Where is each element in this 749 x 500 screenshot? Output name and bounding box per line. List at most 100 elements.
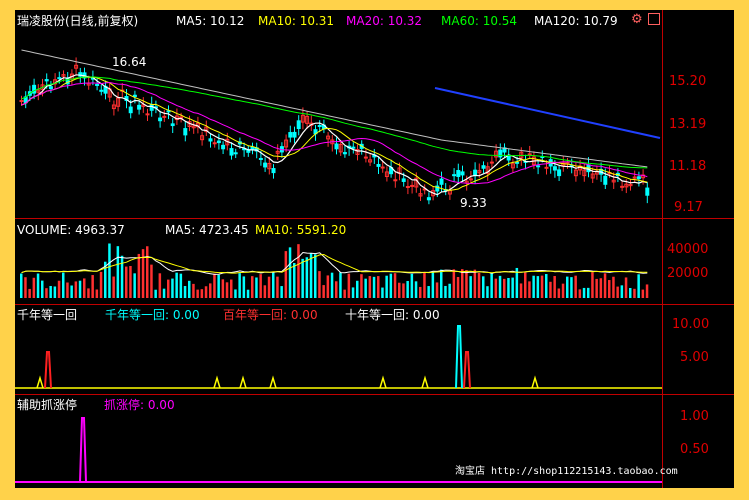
volume-bar: [507, 277, 510, 298]
candle-body: [288, 132, 293, 138]
candle-body: [258, 157, 263, 160]
candle-body: [363, 156, 368, 159]
volume-bar: [435, 282, 439, 298]
high-price-label: 16.64: [112, 55, 147, 69]
candle-body: [132, 94, 137, 97]
volume-bar: [465, 270, 468, 298]
volume-bar: [175, 272, 178, 298]
volume-bar: [99, 271, 103, 298]
volume-bar: [74, 281, 78, 298]
candle-body: [221, 144, 226, 150]
volume-bar: [314, 254, 317, 298]
candle-body: [515, 161, 520, 164]
volume-ma5-label: MA5: 4723.45: [165, 223, 249, 237]
volume-bar: [120, 255, 124, 298]
candle-body: [401, 178, 406, 182]
volume-bar: [141, 249, 145, 298]
volume-bar: [28, 288, 31, 298]
volume-bar: [129, 265, 132, 298]
volume-bar: [503, 278, 506, 298]
volume-bar: [66, 282, 69, 298]
candle-body: [481, 165, 486, 169]
maximize-icon[interactable]: [648, 13, 660, 25]
volume-bar: [112, 276, 115, 298]
signal-s-label: 十年等一回: 0.00: [345, 308, 440, 322]
volume-bar: [347, 273, 351, 298]
candle-body: [271, 168, 276, 174]
assist-tick: 0.50: [680, 442, 709, 457]
volume-bar: [360, 274, 363, 298]
volume-bar: [519, 283, 523, 298]
volume-bar: [343, 289, 346, 298]
volume-bar: [582, 287, 586, 298]
volume-tick: 20000: [667, 266, 709, 281]
volume-bar: [36, 273, 40, 298]
assist-tick: 1.00: [680, 409, 709, 424]
volume-bar: [192, 283, 195, 298]
volume-bar: [536, 276, 540, 298]
volume-bar: [553, 276, 556, 298]
gear-icon[interactable]: ⚙: [631, 13, 643, 27]
volume-bar: [612, 276, 615, 298]
volume-bar: [179, 273, 183, 298]
ma10-label: MA10: 10.31: [258, 14, 335, 28]
ma20-label: MA20: 10.32: [346, 14, 423, 28]
volume-bar: [234, 289, 237, 298]
volume-bar: [45, 288, 48, 298]
volume-ma10-line: [21, 253, 648, 274]
assist-title: 辅助抓涨停: [17, 398, 78, 412]
candle-body: [334, 143, 339, 150]
volume-bar: [431, 272, 435, 298]
candle-body: [183, 128, 188, 136]
signal-spike: [213, 375, 221, 389]
volume-tick: 40000: [667, 242, 709, 257]
signal-spike: [379, 375, 387, 389]
volume-bar: [368, 276, 372, 298]
volume-bar: [591, 272, 594, 298]
volume-bar: [125, 266, 128, 298]
volume-bar: [225, 282, 229, 298]
volume-bar: [448, 283, 451, 298]
volume-bar: [406, 280, 409, 298]
price-tick: 11.18: [669, 159, 707, 174]
volume-bar: [87, 288, 90, 298]
candle-body: [460, 171, 465, 176]
volume-bar: [532, 275, 535, 298]
trend-line: [434, 87, 661, 139]
volume-bar: [603, 273, 607, 298]
signal-spike: [463, 351, 471, 389]
volume-bar: [209, 283, 212, 298]
chart-canvas[interactable]: [15, 10, 734, 488]
signal-title: 千年等一回: [17, 308, 78, 322]
volume-bar: [309, 253, 313, 298]
price-axis-divider: [662, 10, 663, 488]
candle-body: [410, 184, 415, 187]
stock-chart[interactable]: 瑞凌股份(日线,前复权) MA5: 10.12 MA10: 10.31 MA20…: [15, 10, 734, 488]
candle-body: [552, 166, 557, 171]
volume-bar: [188, 280, 191, 298]
candle-body: [439, 178, 444, 185]
volume-bar: [301, 258, 304, 298]
volume-bar: [284, 251, 288, 298]
volume-bar: [83, 278, 86, 298]
volume-bar: [288, 247, 292, 298]
volume-bar: [419, 286, 422, 298]
ma10-line: [21, 76, 648, 191]
candle-body: [162, 115, 167, 118]
volume-bar: [440, 269, 443, 298]
ma5-label: MA5: 10.12: [176, 14, 245, 28]
volume-bar: [150, 264, 153, 298]
candle-body: [342, 152, 347, 155]
volume-bar: [339, 272, 342, 298]
volume-bar: [183, 286, 187, 298]
volume-bar: [578, 289, 582, 298]
volume-bar: [351, 287, 355, 298]
volume-bar: [372, 276, 376, 298]
volume-bar: [608, 280, 611, 298]
signal-tick: 10.00: [672, 317, 710, 332]
volume-bar: [221, 279, 225, 298]
volume-ma10-label: MA10: 5591.20: [255, 223, 347, 237]
signal-b-label: 百年等一回: 0.00: [223, 308, 318, 322]
assist-spike: [79, 417, 87, 483]
signal-spike: [44, 351, 52, 389]
